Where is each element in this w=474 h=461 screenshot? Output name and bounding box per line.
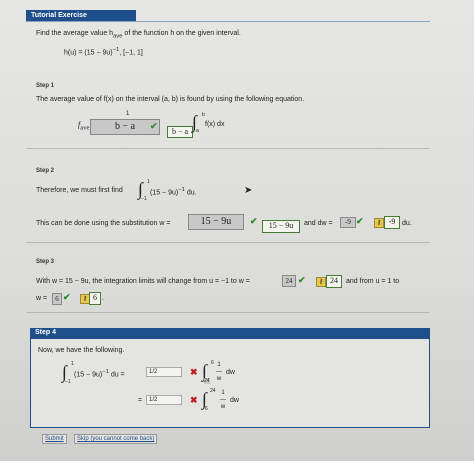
step2-integrand: (15 − 9u)−1 du. — [150, 187, 197, 197]
check-icon: ✔ — [356, 216, 364, 226]
step2-text2: This can be done using the substitution … — [36, 220, 171, 227]
step3-rule — [26, 312, 430, 313]
cross-icon: ✖ — [190, 395, 198, 405]
step3-label: Step 3 — [36, 259, 55, 265]
step4-i1-upper: 6 — [211, 360, 214, 366]
step4-label-bar: Step 4 — [30, 328, 430, 338]
step4-outer-lower: −1 — [65, 379, 71, 385]
step4-i1-lower: 24 — [204, 378, 210, 384]
step2-dw-green: -9 — [384, 216, 400, 229]
step3-w-eq: w = — [36, 295, 48, 302]
header-rule — [26, 21, 430, 22]
header-title: Tutorial Exercise — [31, 12, 87, 19]
step4-eq2: = — [138, 397, 143, 404]
step2-dw-box[interactable]: -9 — [340, 217, 356, 228]
key-icon[interactable]: ⚷ — [316, 277, 326, 287]
step4-dw1: dw — [226, 369, 235, 376]
step4-i2-upper: 24 — [210, 388, 216, 394]
key-icon[interactable]: ⚷ — [374, 218, 384, 228]
step3-from-green: 6 — [89, 292, 101, 305]
step3-dot: . — [102, 295, 104, 302]
step2-du2: du. — [402, 220, 412, 227]
step2-label: Step 2 — [36, 168, 55, 174]
skip-button[interactable]: Skip (you cannot come back) — [74, 434, 158, 444]
step2-dw-text: and dw = — [304, 220, 333, 227]
step2-rule — [26, 242, 430, 243]
step4-input1[interactable]: 1/2 — [146, 367, 182, 377]
step3-and-from: and from u = 1 to — [346, 278, 400, 285]
cross-icon: ✖ — [190, 367, 198, 377]
step4-input2[interactable]: 1/2 — [146, 395, 182, 405]
check-icon: ✔ — [250, 216, 258, 226]
check-icon: ✔ — [150, 121, 158, 131]
step1-upper: b — [202, 112, 205, 118]
step4-text: Now, we have the following. — [38, 347, 125, 354]
step1-green-answer: b − a — [167, 126, 193, 138]
step2-upper: 1 — [147, 179, 150, 185]
step1-integrand: f(x) dx — [205, 121, 225, 128]
step4-frac2: 1 ― w — [220, 390, 226, 410]
step4-outer-upper: 1 — [71, 361, 74, 367]
step4-frac1: 1 ― w — [216, 362, 222, 382]
step4-label: Step 4 — [35, 329, 57, 336]
step3-to-green: 24 — [326, 275, 342, 288]
step1-rule — [26, 148, 430, 149]
problem-function: h(u) = (15 − 9u)−1, [−1, 1] — [64, 47, 143, 57]
check-icon: ✔ — [298, 275, 306, 285]
step4-i2-lower: 6 — [205, 406, 208, 412]
step1-label: Step 1 — [36, 83, 55, 89]
step2-w-box[interactable]: 15 − 9u — [188, 214, 244, 230]
step4-integrand: (15 − 9u)−1 du = — [74, 369, 125, 379]
step2-text1: Therefore, we must first find — [36, 187, 123, 194]
step3-to-box[interactable]: 24 — [282, 275, 296, 287]
step4-dw2: dw — [230, 397, 239, 404]
step2-w-green: 15 − 9u — [262, 220, 300, 233]
step2-lower: −1 — [141, 196, 147, 202]
step1-numerator: 1 — [126, 111, 130, 117]
cursor-arrow: ➤ — [244, 185, 253, 196]
step3-from-box[interactable]: 6 — [52, 293, 62, 305]
step1-lower: a — [196, 128, 199, 134]
problem-prompt: Find the average value have of the funct… — [36, 30, 241, 40]
step3-text: With w = 15 − 9u, the integration limits… — [36, 278, 250, 285]
check-icon: ✔ — [63, 292, 71, 302]
step1-text: The average value of f(x) on the interva… — [36, 96, 305, 103]
submit-button[interactable]: Submit — [42, 434, 67, 444]
tutorial-page: Tutorial Exercise Find the average value… — [0, 0, 474, 461]
